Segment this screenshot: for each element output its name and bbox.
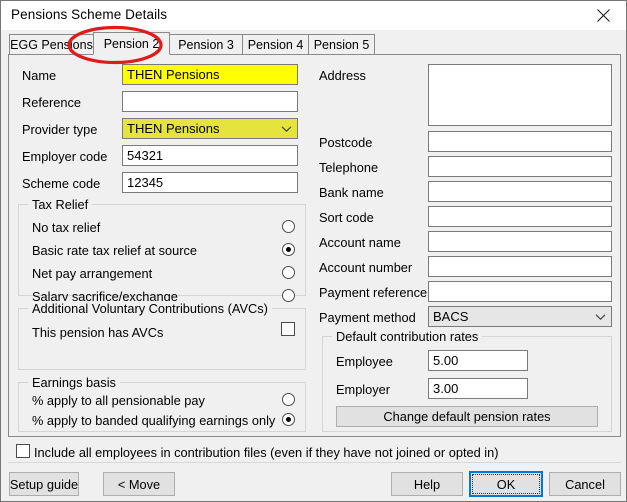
tab-strip: EGG Pensions Pension 2 Pension 3 Pension… <box>9 32 621 55</box>
avc-group: Additional Voluntary Contributions (AVCs… <box>18 301 306 370</box>
chevron-down-icon <box>595 307 606 326</box>
account-number-input[interactable] <box>428 256 612 277</box>
label-scheme-code: Scheme code <box>22 176 101 191</box>
tab-label: Pension 5 <box>313 37 370 52</box>
provider-type-select[interactable]: THEN Pensions <box>122 118 298 139</box>
label-employee-rate: Employee <box>336 354 393 369</box>
payment-reference-input[interactable] <box>428 281 612 302</box>
reference-input[interactable] <box>122 91 298 112</box>
label-employer-code: Employer code <box>22 149 108 164</box>
scheme-code-input[interactable]: 12345 <box>122 172 298 193</box>
checkbox-this-pension-has-avcs[interactable] <box>281 322 295 336</box>
tab-label: Pension 4 <box>247 37 304 52</box>
bank-name-input[interactable] <box>428 181 612 202</box>
avc-checkbox-label: This pension has AVCs <box>32 325 164 340</box>
label-payment-method: Payment method <box>319 310 416 325</box>
label-account-number: Account number <box>319 260 413 275</box>
tab-pension-3[interactable]: Pension 3 <box>169 34 243 54</box>
default-contribution-rates-group: Default contribution rates Employee 5.00… <box>322 329 612 432</box>
employer-rate-input[interactable]: 3.00 <box>428 378 528 399</box>
tax-relief-option-label: Net pay arrangement <box>32 266 153 281</box>
include-all-employees-label: Include all employees in contribution fi… <box>34 445 499 460</box>
sort-code-input[interactable] <box>428 206 612 227</box>
tax-relief-option-label: Basic rate tax relief at source <box>32 243 198 258</box>
button-label: < Move <box>117 476 161 492</box>
chevron-down-icon <box>281 119 292 138</box>
label-provider-type: Provider type <box>22 122 98 137</box>
address-input[interactable] <box>428 64 612 126</box>
button-label: Help <box>413 476 441 492</box>
button-label: Change default pension rates <box>383 409 551 424</box>
provider-type-value: THEN Pensions <box>127 121 220 136</box>
ok-button[interactable]: OK <box>469 471 543 497</box>
tab-pension-4[interactable]: Pension 4 <box>242 34 309 54</box>
cancel-button[interactable]: Cancel <box>549 472 621 496</box>
window-title: Pensions Scheme Details <box>11 7 168 22</box>
tab-label: Pension 3 <box>178 37 234 52</box>
radio-apply-all-pensionable-pay[interactable] <box>282 393 295 406</box>
tax-relief-title: Tax Relief <box>28 197 93 212</box>
label-bank-name: Bank name <box>319 185 384 200</box>
label-name: Name <box>22 68 57 83</box>
radio-net-pay-arrangement[interactable] <box>282 266 295 279</box>
checkbox-include-all-employees[interactable] <box>16 444 30 458</box>
tab-label: EGG Pensions <box>10 37 93 52</box>
telephone-input[interactable] <box>428 156 612 177</box>
payment-method-value: BACS <box>433 309 469 324</box>
payment-method-select[interactable]: BACS <box>428 306 612 327</box>
postcode-input[interactable] <box>428 131 612 152</box>
close-icon[interactable] <box>580 1 626 29</box>
move-button[interactable]: < Move <box>103 472 175 496</box>
tax-relief-group: Tax Relief No tax relief Basic rate tax … <box>18 197 306 304</box>
label-address: Address <box>319 68 366 83</box>
earnings-basis-group: Earnings basis % apply to all pensionabl… <box>18 375 306 432</box>
button-label: Setup guide <box>9 476 79 492</box>
label-employer-rate: Employer <box>336 382 391 397</box>
label-telephone: Telephone <box>319 160 379 175</box>
button-label: Cancel <box>565 476 605 492</box>
account-name-input[interactable] <box>428 231 612 252</box>
radio-apply-banded-qualifying-earnings[interactable] <box>282 413 295 426</box>
label-postcode: Postcode <box>319 135 373 150</box>
label-account-name: Account name <box>319 235 401 250</box>
pensions-scheme-details-dialog: Pensions Scheme Details EGG Pensions Pen… <box>0 0 627 502</box>
employer-code-input[interactable]: 54321 <box>122 145 298 166</box>
title-bar: Pensions Scheme Details <box>1 1 626 30</box>
default-contribution-rates-title: Default contribution rates <box>332 329 483 344</box>
label-reference: Reference <box>22 95 82 110</box>
employee-rate-input[interactable]: 5.00 <box>428 350 528 371</box>
label-sort-code: Sort code <box>319 210 374 225</box>
tax-relief-option-label: No tax relief <box>32 220 101 235</box>
avc-title: Additional Voluntary Contributions (AVCs… <box>28 301 272 316</box>
change-default-pension-rates-button[interactable]: Change default pension rates <box>336 406 598 427</box>
footer-divider <box>8 462 621 463</box>
tab-content-panel: Name THEN Pensions Reference Provider ty… <box>8 54 621 437</box>
earnings-basis-option-label: % apply to all pensionable pay <box>32 393 205 408</box>
tab-pension-2[interactable]: Pension 2 <box>93 32 170 55</box>
radio-salary-sacrifice-exchange[interactable] <box>282 289 295 302</box>
tab-pension-5[interactable]: Pension 5 <box>308 34 375 54</box>
radio-basic-rate-tax-relief-at-source[interactable] <box>282 243 295 256</box>
tab-egg-pensions[interactable]: EGG Pensions <box>9 34 94 54</box>
button-label: OK <box>496 476 516 492</box>
earnings-basis-title: Earnings basis <box>28 375 120 390</box>
help-button[interactable]: Help <box>391 472 463 496</box>
label-payment-reference: Payment reference <box>319 285 428 300</box>
setup-guide-button[interactable]: Setup guide <box>9 472 79 496</box>
radio-no-tax-relief[interactable] <box>282 220 295 233</box>
tab-label: Pension 2 <box>103 36 160 51</box>
earnings-basis-option-label: % apply to banded qualifying earnings on… <box>32 413 276 428</box>
name-input[interactable]: THEN Pensions <box>122 64 298 85</box>
